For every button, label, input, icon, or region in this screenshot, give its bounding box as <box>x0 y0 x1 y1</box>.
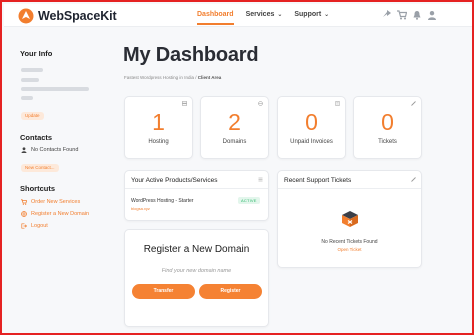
share-icon[interactable] <box>382 10 392 20</box>
brand-name: WebSpaceKit <box>38 9 117 23</box>
logo-icon <box>18 8 34 24</box>
shortcuts-heading: Shortcuts <box>20 184 56 193</box>
service-domain[interactable]: blogsa.xyz <box>131 206 150 211</box>
globe-icon <box>258 101 263 106</box>
chevron-down-icon: ⌄ <box>324 12 330 18</box>
shortcut-register-domain[interactable]: Register a New Domain <box>21 211 89 217</box>
stat-card-unpaid-invoices[interactable]: 0 Unpaid Invoices <box>277 96 346 159</box>
service-name[interactable]: WordPress Hosting - Starter <box>131 198 193 204</box>
divider <box>278 188 421 189</box>
cart-icon <box>21 199 27 205</box>
redacted-address-line <box>21 96 33 100</box>
update-button[interactable]: Update <box>21 112 44 120</box>
panel-title: Your Active Products/Services <box>131 177 218 184</box>
shortcut-logout[interactable]: Logout <box>21 223 48 229</box>
register-title: Register a New Domain <box>143 244 250 255</box>
new-contact-button[interactable]: New Contact... <box>21 164 59 172</box>
stat-label: Domains <box>222 139 247 145</box>
stat-label: Unpaid Invoices <box>290 139 333 145</box>
main-nav: Dashboard Services ⌄ Support ⌄ <box>197 11 341 25</box>
top-header: WebSpaceKit Dashboard Services ⌄ Support… <box>4 4 472 27</box>
ticket-icon <box>411 101 416 106</box>
user-icon[interactable] <box>427 10 437 20</box>
domain-search-input[interactable] <box>133 264 260 278</box>
breadcrumb-site[interactable]: Fastest Wordpress Hosting in India <box>124 75 194 80</box>
stat-label: Hosting <box>148 139 169 145</box>
stat-value: 0 <box>381 109 394 135</box>
stat-value: 0 <box>305 109 318 135</box>
cart-icon[interactable] <box>397 10 407 20</box>
nav-services[interactable]: Services ⌄ <box>246 11 283 25</box>
page-title: My Dashboard <box>123 44 259 66</box>
your-info-heading: Your Info <box>20 49 53 58</box>
ticket-icon <box>411 177 416 182</box>
header-icons <box>382 10 442 20</box>
support-tickets-panel: Recent Support Tickets No Recent Tickets… <box>277 170 422 268</box>
chevron-down-icon: ⌄ <box>277 12 283 18</box>
no-contacts-text: No Contacts Found <box>31 147 79 153</box>
nav-support[interactable]: Support ⌄ <box>294 11 329 25</box>
transfer-button[interactable]: Transfer <box>132 284 195 299</box>
breadcrumb: Fastest Wordpress Hosting in India / Cli… <box>124 75 221 80</box>
breadcrumb-current: Client Area <box>197 75 222 80</box>
empty-box-icon <box>342 211 358 227</box>
list-icon <box>258 177 263 182</box>
no-contacts-row: No Contacts Found <box>21 147 78 153</box>
stat-value: 2 <box>228 109 241 135</box>
shortcut-label: Register a New Domain <box>31 211 90 217</box>
redacted-name <box>21 68 43 72</box>
stat-label: Tickets <box>378 139 397 145</box>
redacted-address-line <box>21 87 89 91</box>
panel-title: Recent Support Tickets <box>284 177 352 184</box>
brand-logo[interactable]: WebSpaceKit <box>18 7 117 25</box>
register-button[interactable]: Register <box>199 284 262 299</box>
stat-card-hosting[interactable]: 1 Hosting <box>124 96 193 159</box>
bell-icon[interactable] <box>412 10 422 20</box>
redacted-address-line <box>21 78 39 82</box>
nav-services-label: Services <box>245 11 275 18</box>
nav-dashboard-label: Dashboard <box>197 11 234 18</box>
logout-icon <box>21 223 27 229</box>
open-ticket-link[interactable]: Open Ticket <box>278 247 421 252</box>
no-tickets-text: No Recent Tickets Found <box>321 239 378 245</box>
divider <box>125 188 268 189</box>
nav-support-label: Support <box>294 11 322 18</box>
globe-icon <box>21 211 27 217</box>
server-icon <box>182 101 187 106</box>
shortcut-label: Logout <box>31 223 48 229</box>
status-badge: ACTIVE <box>238 197 260 204</box>
stat-card-domains[interactable]: 2 Domains <box>200 96 269 159</box>
register-domain-panel: Register a New Domain Transfer Register <box>124 229 269 327</box>
stat-value: 1 <box>152 109 165 135</box>
browser-frame: WebSpaceKit Dashboard Services ⌄ Support… <box>0 0 474 335</box>
contacts-heading: Contacts <box>20 133 53 142</box>
nav-dashboard[interactable]: Dashboard <box>197 11 234 25</box>
shortcut-label: Order New Services <box>31 199 81 205</box>
active-products-panel: Your Active Products/Services WordPress … <box>124 170 269 221</box>
shortcut-order-services[interactable]: Order New Services <box>21 199 80 205</box>
invoice-icon <box>335 101 340 106</box>
stat-card-tickets[interactable]: 0 Tickets <box>353 96 422 159</box>
user-icon <box>21 147 27 153</box>
